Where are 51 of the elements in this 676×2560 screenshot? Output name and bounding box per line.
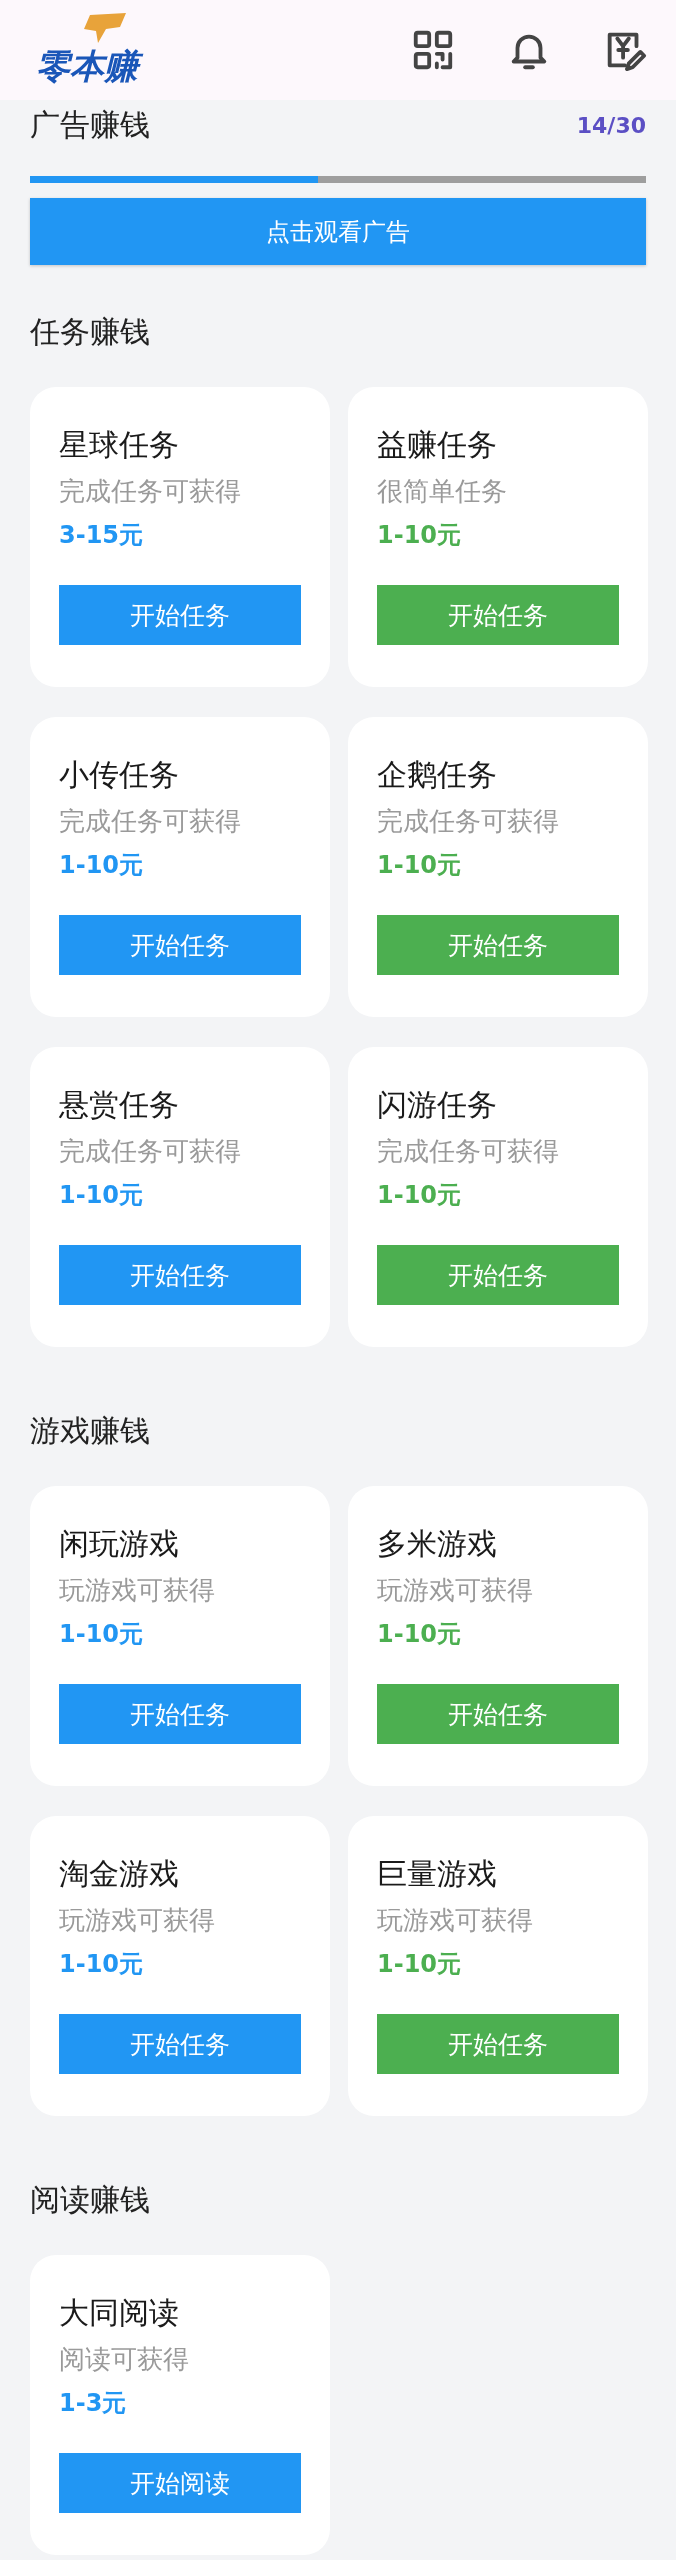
task-description: 完成任务可获得 <box>59 475 242 508</box>
task-title: 多米游戏 <box>377 1525 498 1563</box>
task-title: 闲玩游戏 <box>59 1525 180 1563</box>
task-title: 大同阅读 <box>59 2294 180 2332</box>
reward-amount: 1-10元 <box>377 520 463 551</box>
start-button[interactable]: 开始任务 <box>377 585 619 645</box>
watch-ad-button[interactable]: 点击观看广告 <box>30 198 646 265</box>
start-button[interactable]: 开始阅读 <box>59 2453 301 2513</box>
reward-amount: 1-10元 <box>59 1949 145 1980</box>
section-title: 任务赚钱 <box>30 313 150 351</box>
task-description: 玩游戏可获得 <box>377 1904 534 1937</box>
start-button[interactable]: 开始任务 <box>59 1245 301 1305</box>
task-title: 益赚任务 <box>377 426 498 464</box>
reward-amount: 1-10元 <box>377 850 463 881</box>
reward-amount: 1-10元 <box>59 1180 145 1211</box>
task-description: 玩游戏可获得 <box>377 1574 534 1607</box>
reward-amount: 1-10元 <box>59 850 145 881</box>
start-button[interactable]: 开始任务 <box>59 585 301 645</box>
task-description: 阅读可获得 <box>59 2343 190 2376</box>
start-button[interactable]: 开始任务 <box>59 1684 301 1744</box>
task-description: 完成任务可获得 <box>59 805 242 838</box>
section-title: 游戏赚钱 <box>30 1412 150 1450</box>
start-button[interactable]: 开始任务 <box>59 2014 301 2074</box>
task-description: 玩游戏可获得 <box>59 1904 216 1937</box>
task-description: 完成任务可获得 <box>377 1135 560 1168</box>
app-logo: 零本赚 <box>36 44 146 88</box>
reward-amount: 1-10元 <box>377 1619 463 1650</box>
reward-amount: 3-15元 <box>59 520 145 551</box>
task-title: 淘金游戏 <box>59 1855 180 1893</box>
start-button[interactable]: 开始任务 <box>377 915 619 975</box>
start-button[interactable]: 开始任务 <box>377 1245 619 1305</box>
start-button[interactable]: 开始任务 <box>59 915 301 975</box>
progress-count: 14/30 <box>576 112 646 138</box>
reward-amount: 1-3元 <box>59 2388 128 2419</box>
task-title: 星球任务 <box>59 426 180 464</box>
section-title: 阅读赚钱 <box>30 2181 150 2219</box>
task-description: 玩游戏可获得 <box>59 1574 216 1607</box>
reward-amount: 1-10元 <box>59 1619 145 1650</box>
task-title: 巨量游戏 <box>377 1855 498 1893</box>
start-button[interactable]: 开始任务 <box>377 2014 619 2074</box>
task-title: 闪游任务 <box>377 1086 498 1124</box>
task-title: 悬赏任务 <box>59 1086 180 1124</box>
reward-amount: 1-10元 <box>377 1180 463 1211</box>
task-title: 小传任务 <box>59 756 180 794</box>
section-title: 广告赚钱 <box>30 105 150 144</box>
task-description: 完成任务可获得 <box>377 805 560 838</box>
task-description: 很简单任务 <box>377 475 508 508</box>
task-title: 企鹅任务 <box>377 756 498 794</box>
start-button[interactable]: 开始任务 <box>377 1684 619 1744</box>
reward-amount: 1-10元 <box>377 1949 463 1980</box>
task-description: 完成任务可获得 <box>59 1135 242 1168</box>
